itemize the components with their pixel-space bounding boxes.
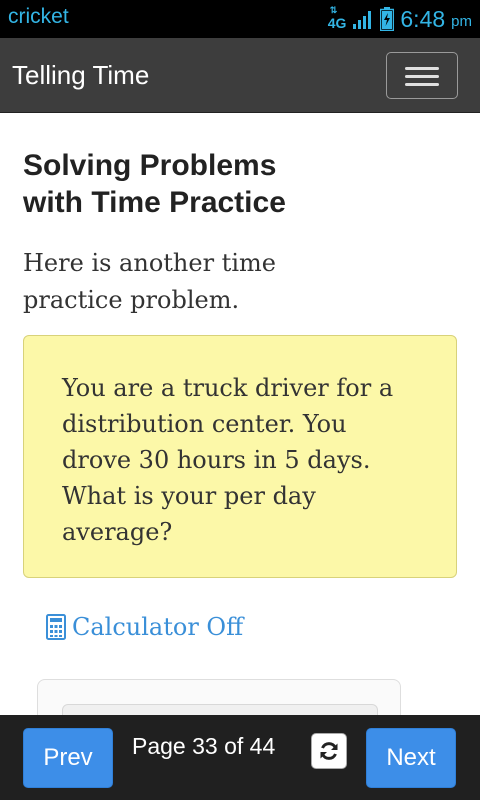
refresh-icon [320,742,338,760]
battery-charging-icon [380,7,395,31]
hamburger-icon [405,67,439,70]
calculator-toggle-label: Calculator Off [72,613,244,641]
carrier-name: cricket [8,5,69,28]
hamburger-icon-bar [405,83,439,86]
signal-icon [353,11,372,29]
status-icons: ⇅ 4G 6:48 pm [328,3,472,35]
main-content: Solving Problems with Time Practice Here… [23,113,457,578]
app-navbar: Telling Time [0,38,480,113]
menu-button[interactable] [386,52,458,99]
clock-ampm: pm [451,13,472,30]
status-bar: cricket ⇅ 4G 6:48 pm [0,0,480,38]
next-button[interactable]: Next [366,728,456,788]
refresh-button[interactable] [311,733,347,769]
clock-time: 6:48 [400,5,446,32]
intro-text: Here is another time practice problem. [23,249,276,314]
problem-box: You are a truck driver for a distributio… [23,335,457,578]
hamburger-icon-bar [405,75,439,78]
problem-text: You are a truck driver for a distributio… [62,374,394,546]
network-type-text: 4G [327,15,347,31]
page-indicator: Page 33 of 44 [132,733,276,759]
network-type-label: ⇅ 4G [327,5,347,31]
calculator-icon [46,614,66,640]
app-title: Telling Time [12,60,150,90]
calculator-toggle[interactable]: Calculator Off [46,613,243,641]
pagination-bar: Prev Page 33 of 44 Next [0,715,480,800]
prev-button[interactable]: Prev [23,728,113,788]
data-arrows-icon: ⇅ [329,5,337,15]
page-title: Solving Problems with Time Practice [23,149,286,219]
